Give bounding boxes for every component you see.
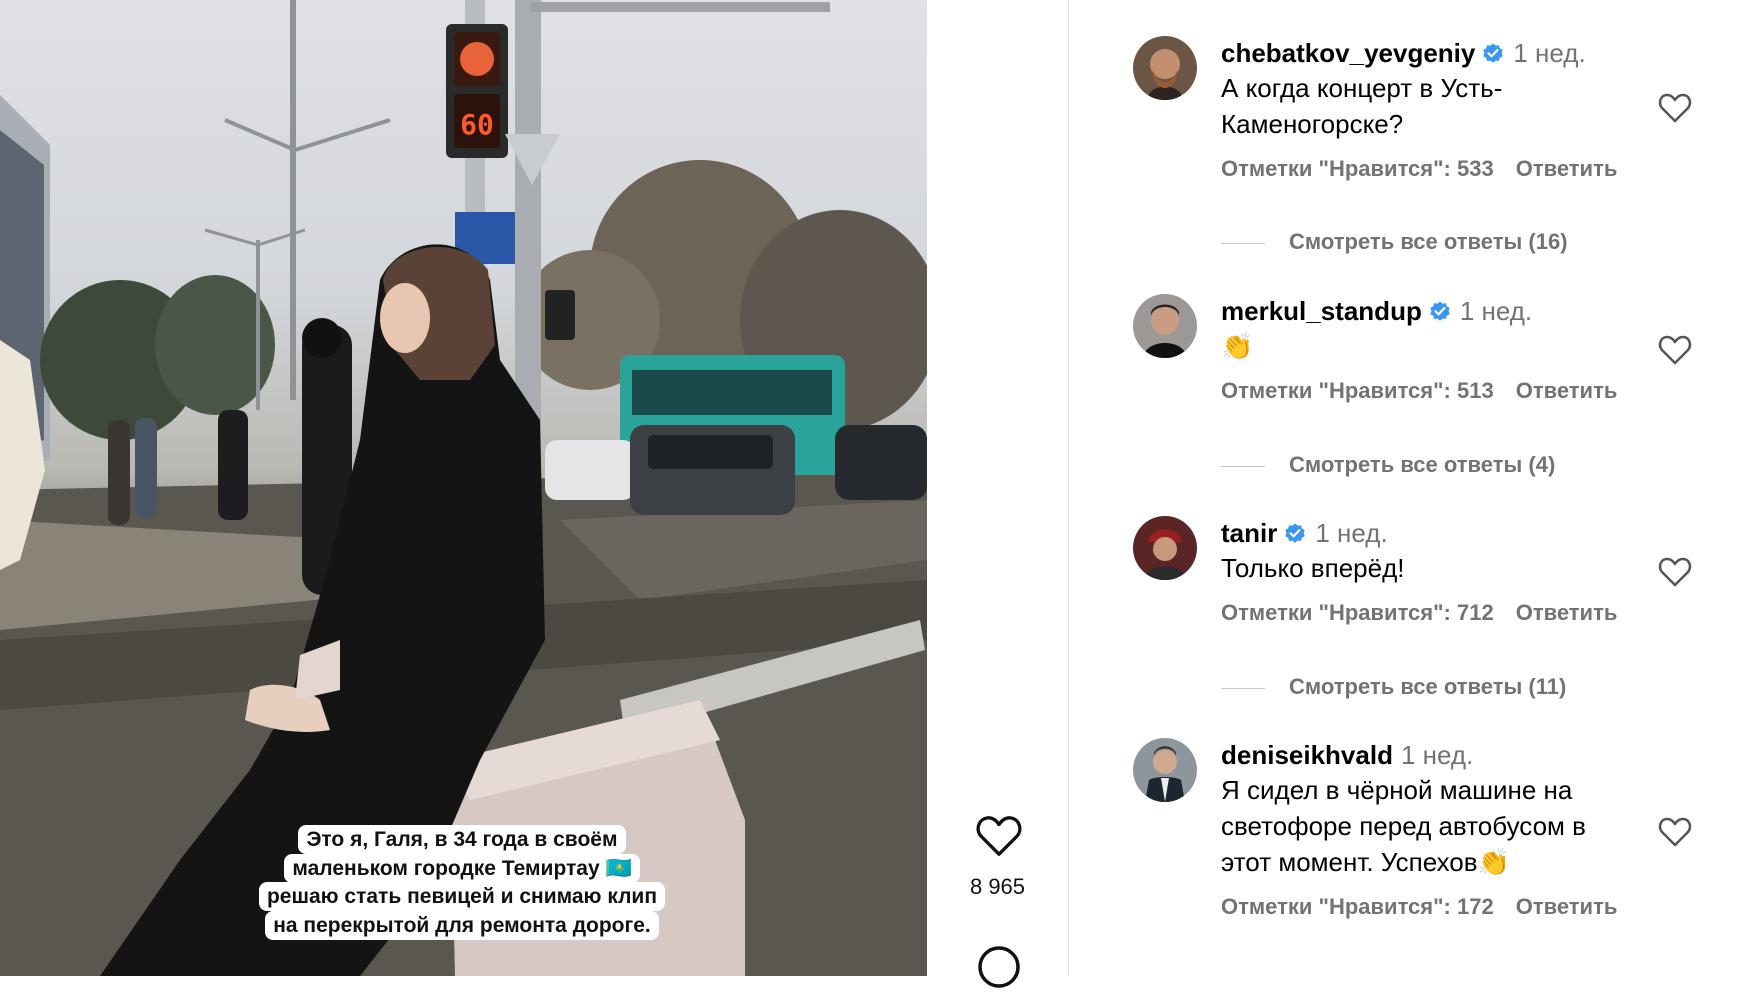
- reply-button[interactable]: Ответить: [1516, 894, 1618, 919]
- view-replies-button[interactable]: Смотреть все ответы (11): [1221, 674, 1566, 700]
- replies-line: [1221, 242, 1265, 244]
- comment-like-heart-icon[interactable]: [1658, 93, 1692, 123]
- avatar[interactable]: [1133, 738, 1197, 802]
- reply-button[interactable]: Ответить: [1516, 378, 1618, 403]
- comment-text: 👏: [1221, 331, 1254, 361]
- view-replies-button[interactable]: Смотреть все ответы (4): [1221, 452, 1555, 478]
- comment-username[interactable]: tanir: [1221, 518, 1277, 548]
- comment-like-heart-icon[interactable]: [1658, 817, 1692, 847]
- reply-button[interactable]: Ответить: [1516, 156, 1618, 181]
- comment-body: chebatkov_yevgeniy 1 нед. А когда концерт…: [1221, 36, 1641, 182]
- post-video[interactable]: 60 Это я, Галя, в 34 года в своём малень…: [0, 0, 927, 976]
- comment-time: 1 нед.: [1400, 740, 1474, 770]
- reply-button[interactable]: Ответить: [1516, 600, 1618, 625]
- comment-likes[interactable]: Отметки "Нравится": 533: [1221, 156, 1494, 181]
- comment-body: deniseikhvald 1 нед. Я сидел в чёрной маш…: [1221, 738, 1641, 920]
- comment-like-heart-icon[interactable]: [1658, 557, 1692, 587]
- view-replies-label: Смотреть все ответы (11): [1289, 674, 1567, 699]
- caption-text: Это я, Галя, в 34 года в своём маленьком…: [258, 825, 666, 940]
- comment-body: merkul_standup 1 нед. 👏 Отметки "Нравится…: [1221, 294, 1641, 404]
- comment-username[interactable]: merkul_standup: [1221, 296, 1422, 326]
- comment-like-heart-icon[interactable]: [1658, 335, 1692, 365]
- comment-likes[interactable]: Отметки "Нравится": 712: [1221, 600, 1494, 625]
- like-button[interactable]: [976, 815, 1022, 857]
- comment-text: А когда концерт в Усть- Каменогорске?: [1221, 73, 1503, 139]
- view-replies-button[interactable]: Смотреть все ответы (16): [1221, 229, 1568, 255]
- comment-username[interactable]: deniseikhvald: [1221, 740, 1393, 770]
- comment-text: Только вперёд!: [1221, 553, 1405, 583]
- verified-badge-icon: [1430, 301, 1450, 321]
- comment-username[interactable]: chebatkov_yevgeniy: [1221, 38, 1475, 68]
- comment-time: 1 нед.: [1315, 518, 1388, 548]
- comments-panel: chebatkov_yevgeniy 1 нед. А когда концерт…: [1069, 0, 1744, 976]
- comment-text: Я сидел в чёрной машине на светофоре пер…: [1221, 775, 1586, 877]
- like-count: 8 965: [969, 874, 1026, 899]
- view-replies-label: Смотреть все ответы (4): [1289, 452, 1556, 477]
- replies-line: [1221, 465, 1265, 467]
- comment-likes[interactable]: Отметки "Нравится": 172: [1221, 894, 1494, 919]
- verified-badge-icon: [1285, 523, 1306, 543]
- speech-bubble-icon: [978, 946, 1020, 988]
- replies-line: [1221, 687, 1265, 689]
- view-replies-label: Смотреть все ответы (16): [1289, 229, 1568, 254]
- avatar[interactable]: [1133, 516, 1197, 580]
- avatar[interactable]: [1133, 294, 1197, 358]
- avatar[interactable]: [1133, 36, 1197, 100]
- comment-time: 1 нед.: [1513, 38, 1586, 68]
- comment-body: tanir 1 нед. Только вперёд! Отметки "Нрав…: [1221, 516, 1641, 626]
- verified-badge-icon: [1483, 43, 1504, 63]
- comment-likes[interactable]: Отметки "Нравится": 513: [1221, 378, 1494, 403]
- comment-button[interactable]: [976, 944, 1022, 990]
- heart-outline-icon: [976, 816, 1022, 856]
- comment-time: 1 нед.: [1459, 296, 1533, 326]
- action-column: 8 965: [927, 0, 1068, 988]
- traffic-timer-text: 60: [460, 108, 494, 141]
- video-caption: Это я, Галя, в 34 года в своём маленьком…: [226, 825, 698, 940]
